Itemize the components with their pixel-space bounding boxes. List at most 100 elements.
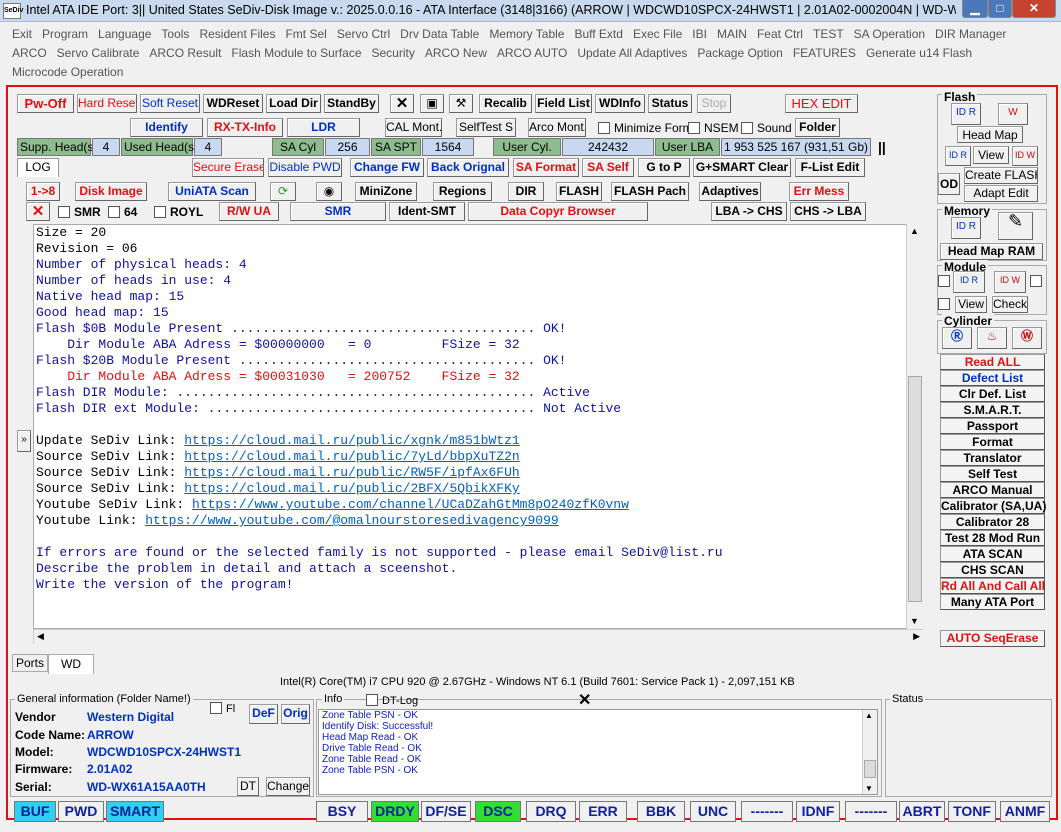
refresh-icon[interactable]: ⟳: [270, 182, 296, 201]
disk-icon[interactable]: ◉: [316, 182, 342, 201]
menu-item-language[interactable]: Language: [98, 27, 151, 41]
log-hscrollbar[interactable]: ◀ ▶: [33, 629, 923, 644]
close-icon[interactable]: ✕: [1012, 0, 1056, 18]
menu-item-update-all-adaptives[interactable]: Update All Adaptives: [577, 46, 687, 60]
flash-button[interactable]: FLASH: [556, 182, 602, 201]
menu-item-servo-ctrl[interactable]: Servo Ctrl: [337, 27, 390, 41]
hex-edit-button[interactable]: HEX EDIT: [785, 94, 858, 113]
memory-edit-icon[interactable]: ✎: [998, 212, 1033, 240]
log-link[interactable]: https://cloud.mail.ru/public/RW5F/ipfAx6…: [184, 465, 519, 480]
menu-item-main[interactable]: MAIN: [717, 27, 747, 41]
close-x-icon[interactable]: ✕: [390, 94, 414, 113]
right-btn-passport[interactable]: Passport: [940, 418, 1045, 434]
minizone-button[interactable]: MiniZone: [355, 182, 417, 201]
info-close-icon[interactable]: ✕: [578, 690, 591, 710]
hard-reset-button[interactable]: Hard Reset: [77, 94, 137, 113]
menu-item-ibi[interactable]: IBI: [692, 27, 707, 41]
right-btn-ata-scan[interactable]: ATA SCAN: [940, 546, 1045, 562]
data-copyr-browser-button[interactable]: Data Copyr Browser: [468, 202, 648, 221]
clear-x-icon[interactable]: ✕: [26, 202, 50, 221]
menu-item-drv-data-table[interactable]: Drv Data Table: [400, 27, 479, 41]
menu-item-arco-result[interactable]: ARCO Result: [149, 46, 221, 60]
rx-tx-info-button[interactable]: RX-TX-Info: [207, 118, 283, 137]
head-map-ram-button[interactable]: Head Map RAM: [940, 243, 1043, 260]
load-dir-button[interactable]: Load Dir: [266, 94, 321, 113]
disable-pwd-button[interactable]: Disable PWD: [268, 158, 342, 177]
log-link[interactable]: https://cloud.mail.ru/public/2BFX/5QbikX…: [184, 481, 519, 496]
right-btn-rd-all-and-call-all[interactable]: Rd All And Call All: [940, 578, 1045, 594]
module-checkbox-2[interactable]: [1030, 274, 1046, 288]
right-btn-clr-def-list[interactable]: Clr Def. List: [940, 386, 1045, 402]
back-original-button[interactable]: Back Orignal: [427, 158, 509, 177]
flash-view-button[interactable]: View: [973, 146, 1009, 164]
menu-item-arco-new[interactable]: ARCO New: [425, 46, 487, 60]
create-flash-button[interactable]: Create FLASH: [964, 167, 1038, 184]
log-scrollbar[interactable]: ▲ ▼: [906, 224, 923, 629]
right-btn-s-m-a-r-t-[interactable]: S.M.A.R.T.: [940, 402, 1045, 418]
f-list-edit-button[interactable]: F-List Edit: [795, 158, 865, 177]
log-link[interactable]: https://www.youtube.com/@omalnourstorese…: [145, 513, 558, 528]
right-btn-test-28-mod-run[interactable]: Test 28 Mod Run: [940, 530, 1045, 546]
info-scroll-up-icon[interactable]: ▲: [865, 711, 873, 720]
ident-smt-button[interactable]: Ident-SMT: [389, 202, 465, 221]
fl-checkbox[interactable]: Fl: [210, 702, 235, 715]
scroll-down-icon[interactable]: ▼: [910, 616, 919, 626]
sa-format-button[interactable]: SA Format: [513, 158, 579, 177]
identify-button[interactable]: Identify: [130, 118, 203, 137]
info-scroll-thumb[interactable]: [864, 760, 876, 778]
pw-off-button[interactable]: Pw-Off: [17, 94, 74, 113]
g-to-p-button[interactable]: G to P: [638, 158, 690, 177]
log-link[interactable]: https://www.youtube.com/channel/UCaDZahG…: [192, 497, 629, 512]
right-btn-many-ata-port[interactable]: Many ATA Port: [940, 594, 1045, 610]
right-btn-defect-list[interactable]: Defect List: [940, 370, 1045, 386]
memory-read-icon[interactable]: ID R: [951, 217, 981, 239]
dt-button[interactable]: DT: [237, 777, 259, 796]
module-view-button[interactable]: View: [955, 296, 987, 313]
flash-write-icon[interactable]: W: [998, 103, 1028, 125]
module-write-icon[interactable]: ID W: [994, 271, 1026, 293]
menu-item-arco-auto[interactable]: ARCO AUTO: [497, 46, 567, 60]
cylinder-flame-icon[interactable]: ♨: [977, 327, 1007, 349]
info-scrollbar[interactable]: ▲ ▼: [862, 710, 877, 794]
change-button[interactable]: Change: [266, 777, 310, 796]
scroll-left-icon[interactable]: ◀: [37, 631, 44, 642]
menu-item-servo-calibrate[interactable]: Servo Calibrate: [57, 46, 140, 60]
od-button[interactable]: OD: [938, 173, 960, 195]
change-fw-button[interactable]: Change FW: [350, 158, 424, 177]
maximize-icon[interactable]: □: [988, 0, 1012, 18]
menu-item-exit[interactable]: Exit: [12, 27, 32, 41]
n64-checkbox[interactable]: 64: [108, 205, 137, 219]
scroll-right-icon[interactable]: ▶: [913, 631, 920, 642]
menu-item-sa-operation[interactable]: SA Operation: [854, 27, 925, 41]
royl-checkbox[interactable]: ROYL: [154, 205, 203, 219]
module-checkbox-3[interactable]: [938, 297, 954, 311]
folder-button[interactable]: Folder: [795, 118, 840, 137]
scroll-thumb[interactable]: [908, 376, 922, 602]
sound-checkbox[interactable]: Sound: [741, 121, 792, 135]
info-scroll-down-icon[interactable]: ▼: [865, 784, 873, 793]
head-map-button[interactable]: Head Map: [957, 126, 1023, 143]
uniata-scan-button[interactable]: UniATA Scan: [168, 182, 256, 201]
log-link[interactable]: https://cloud.mail.ru/public/xgnk/m851bW…: [184, 433, 519, 448]
err-mess-button[interactable]: Err Mess: [789, 182, 849, 201]
flash-id-write-icon[interactable]: ID W: [1012, 146, 1038, 166]
smr-checkbox[interactable]: SMR: [58, 205, 101, 219]
stop-button[interactable]: Stop: [697, 94, 731, 113]
standby-button[interactable]: StandBy: [324, 94, 379, 113]
rw-ua-button[interactable]: R/W UA: [219, 202, 279, 221]
secure-erase-button[interactable]: Secure Erase: [192, 158, 264, 177]
menu-item-feat-ctrl[interactable]: Feat Ctrl: [757, 27, 803, 41]
save-disk-icon[interactable]: ▣: [420, 94, 444, 113]
chs-to-lba-button[interactable]: CHS -> LBA: [790, 202, 866, 221]
log-link[interactable]: https://cloud.mail.ru/public/7yLd/bbpXuT…: [184, 449, 519, 464]
menu-item-flash-module-to-surface[interactable]: Flash Module to Surface: [231, 46, 361, 60]
right-btn-calibrator-sa-ua-[interactable]: Calibrator (SA,UA): [940, 498, 1046, 514]
g-smart-clear-button[interactable]: G+SMART Clear: [693, 158, 791, 177]
scroll-up-icon[interactable]: ▲: [910, 226, 919, 236]
minimize-icon[interactable]: ▁: [962, 0, 988, 18]
right-btn-translator[interactable]: Translator: [940, 450, 1045, 466]
menu-item-exec-file[interactable]: Exec File: [633, 27, 682, 41]
cal-mont-button[interactable]: CAL Mont.: [385, 118, 442, 137]
tab-log[interactable]: LOG: [17, 158, 59, 177]
flash-id-read-icon[interactable]: ID R: [945, 146, 971, 166]
